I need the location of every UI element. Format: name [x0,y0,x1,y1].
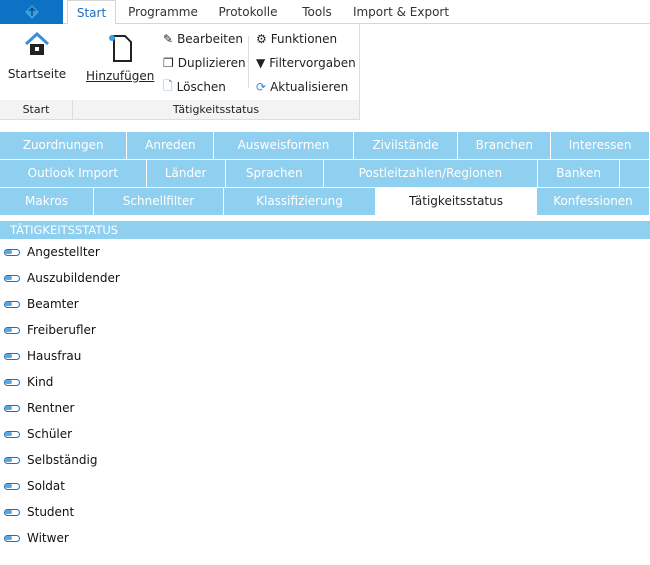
tab-konfessionen[interactable]: Konfessionen [537,188,650,215]
toggle-icon [4,508,20,516]
toggle-icon [4,300,20,308]
list-item-label: Beamter [27,297,79,311]
tab-outlook-import[interactable]: Outlook Import [0,160,147,187]
gears-icon: ⚙ [256,32,267,46]
tab-branchen[interactable]: Branchen [458,132,552,159]
ribbon-tab-start[interactable]: Start [67,0,116,25]
duplizieren-label: Duplizieren [177,56,246,70]
refresh-icon: ⟳ [256,80,267,94]
filter-icon: ▼ [256,56,266,70]
hinzufuegen-button[interactable]: Hinzufügen [86,32,155,92]
edit-icon: ✎ [163,32,174,46]
duplicate-icon: ❐ [163,56,174,70]
toggle-icon [4,378,20,386]
list-item-label: Kind [27,375,54,389]
tab-klassifizierung[interactable]: Klassifizierung [224,188,376,215]
ribbon-tab-tools[interactable]: Tools [292,0,342,24]
tab-ausweisformen[interactable]: Ausweisformen [214,132,354,159]
list-item-label: Rentner [27,401,75,415]
delete-document-icon: 🗋 [163,78,173,93]
separator [248,36,249,88]
list-item[interactable]: Auszubildender [4,268,120,288]
list-item-label: Schüler [27,427,73,441]
startseite-label: Startseite [7,67,67,81]
list-item[interactable]: Beamter [4,294,79,314]
group-label-start: Start [0,100,73,119]
list-item-label: Freiberufler [27,323,96,337]
toggle-icon [4,248,20,256]
toggle-icon [4,326,20,334]
tab-schnellfilter[interactable]: Schnellfilter [94,188,224,215]
aktualisieren-label: Aktualisieren [270,80,349,94]
list-item[interactable]: Schüler [4,424,72,444]
list-item-label: Selbständig [27,453,98,467]
toggle-icon [4,482,20,490]
list-item-label: Witwer [27,531,69,545]
filtervorgaben-button[interactable]: ▼ Filtervorgaben [256,53,356,73]
group-label-status: Tätigkeitsstatus [73,100,359,119]
home-icon [24,31,50,55]
list-item-label: Student [27,505,75,519]
tab-makros[interactable]: Makros [0,188,94,215]
hinzufuegen-label: Hinzufügen [86,69,155,83]
list-item[interactable]: Hausfrau [4,346,81,366]
tab-banken[interactable]: Banken [537,160,621,187]
bearbeiten-button[interactable]: ✎ Bearbeiten [163,29,243,49]
new-document-icon [109,35,132,62]
funktionen-button[interactable]: ⚙ Funktionen [256,29,337,49]
ribbon-tab-protokolle[interactable]: Protokolle [210,0,286,24]
tab-zuordnungen[interactable]: Zuordnungen [0,132,128,159]
list-item[interactable]: Student [4,502,74,522]
toggle-icon [4,404,20,412]
aktualisieren-button[interactable]: ⟳ Aktualisieren [256,77,348,97]
app-menu-button[interactable] [0,0,63,24]
list-item-label: Auszubildender [27,271,120,285]
tab-laender[interactable]: Länder [146,160,226,187]
list-header: TÄTIGKEITSSTATUS [0,221,650,239]
tab-zivilstaende[interactable]: Zivilstände [353,132,459,159]
toggle-icon [4,456,20,464]
ribbon-tab-programme[interactable]: Programme [120,0,206,24]
toggle-icon [4,274,20,282]
tab-anreden[interactable]: Anreden [127,132,215,159]
list-item[interactable]: Angestellter [4,242,100,262]
tab-sprachen[interactable]: Sprachen [225,160,325,187]
filtervorgaben-label: Filtervorgaben [269,56,356,70]
loeschen-button[interactable]: 🗋 Löschen [163,77,226,97]
toggle-icon [4,352,20,360]
loeschen-label: Löschen [176,80,226,94]
tab-taetigkeitsstatus[interactable]: Tätigkeitsstatus [376,188,537,215]
list-item[interactable]: Witwer [4,528,69,548]
ribbon-tab-import-export[interactable]: Import & Export [348,0,454,24]
tab-postleitzahlen[interactable]: Postleitzahlen/Regionen [324,160,538,187]
list-item[interactable]: Rentner [4,398,74,418]
startseite-button[interactable]: Startseite [5,31,69,92]
list-item[interactable]: Freiberufler [4,320,96,340]
tab-row-2: Outlook Import Länder Sprachen Postleitz… [0,160,650,187]
duplizieren-button[interactable]: ❐ Duplizieren [163,53,246,73]
list-item[interactable]: Kind [4,372,53,392]
toggle-icon [4,430,20,438]
list-item-label: Hausfrau [27,349,82,363]
list-item[interactable]: Soldat [4,476,65,496]
list-item[interactable]: Selbständig [4,450,97,470]
list-item-label: Angestellter [27,245,100,259]
tab-row-3: Makros Schnellfilter Klassifizierung Tät… [0,188,650,215]
tab-interessen[interactable]: Interessen [551,132,650,159]
toggle-icon [4,534,20,542]
funktionen-label: Funktionen [270,32,338,46]
list-item-label: Soldat [27,479,65,493]
app-logo-icon [24,5,39,19]
tab-row-1: Zuordnungen Anreden Ausweisformen Zivils… [0,132,650,159]
tab-more[interactable] [620,160,650,187]
bearbeiten-label: Bearbeiten [177,32,243,46]
